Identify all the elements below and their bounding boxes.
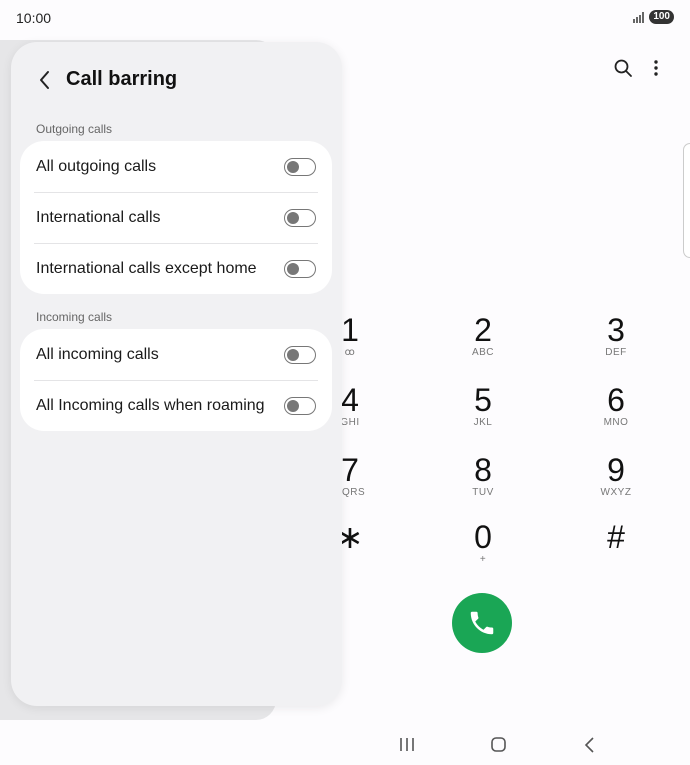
back-arrow-icon[interactable]: [36, 68, 54, 92]
toggle-switch[interactable]: [284, 396, 316, 415]
dial-key-letters: +: [479, 554, 487, 565]
dial-key[interactable]: 6 MNO: [576, 383, 656, 428]
setting-label: All incoming calls: [36, 345, 159, 363]
battery-icon: 100: [649, 10, 674, 24]
toggle-knob: [287, 348, 299, 361]
toggle-switch[interactable]: [284, 345, 316, 364]
dial-key[interactable]: 2 ABC: [443, 313, 523, 358]
phone-icon: [470, 611, 494, 635]
dial-key-digit: 5: [474, 382, 492, 418]
dial-key[interactable]: 0 +: [443, 520, 523, 565]
dial-key-letters: WXYZ: [600, 487, 632, 498]
setting-row[interactable]: All outgoing calls: [20, 141, 332, 192]
section-label-outgoing: Outgoing calls: [36, 122, 113, 136]
dial-key[interactable]: #: [576, 520, 656, 554]
setting-label: International calls: [36, 208, 161, 226]
page-title: Call barring: [66, 68, 178, 90]
dial-key-digit: 2: [474, 312, 492, 348]
dial-key-letters: MNO: [603, 417, 629, 428]
setting-label: International calls except home: [36, 259, 257, 277]
more-options-icon[interactable]: [646, 58, 666, 78]
status-time: 10:00: [16, 10, 52, 26]
toggle-switch[interactable]: [284, 259, 316, 278]
dial-key-digit: 8: [474, 452, 492, 488]
dial-key[interactable]: 3 DEF: [576, 313, 656, 358]
toggle-switch[interactable]: [284, 157, 316, 176]
setting-row[interactable]: International calls except home: [20, 243, 332, 294]
dial-key-digit: 6: [607, 382, 625, 418]
section-label-incoming: Incoming calls: [36, 310, 113, 324]
search-icon[interactable]: [613, 58, 633, 78]
edge-panel-handle[interactable]: [683, 143, 690, 258]
home-icon[interactable]: [489, 735, 509, 755]
dial-key-letters: JKL: [473, 417, 493, 428]
setting-row[interactable]: International calls: [20, 192, 332, 243]
setting-label: All Incoming calls when roaming: [36, 396, 265, 414]
call-barring-panel: Call barring Outgoing calls All outgoing…: [11, 42, 342, 706]
dial-key[interactable]: 8 TUV: [443, 453, 523, 498]
toggle-knob: [287, 211, 299, 224]
outgoing-calls-group: All outgoing calls International calls Int…: [20, 141, 332, 294]
toggle-knob: [287, 262, 299, 275]
panel-header: Call barring: [11, 42, 342, 118]
dial-key[interactable]: 5 JKL: [443, 383, 523, 428]
dial-key-digit: 3: [607, 312, 625, 348]
status-icons: 100: [633, 10, 674, 24]
setting-row[interactable]: All incoming calls: [20, 329, 332, 380]
dial-key-digit: #: [607, 519, 625, 555]
back-nav-icon[interactable]: [582, 735, 598, 755]
toggle-knob: [287, 399, 299, 412]
incoming-calls-group: All incoming calls All Incoming calls whe…: [20, 329, 332, 431]
toggle-knob: [287, 160, 299, 173]
setting-label: All outgoing calls: [36, 157, 157, 175]
recent-apps-icon[interactable]: [398, 735, 416, 755]
dial-key-letters: ABC: [471, 347, 495, 358]
dial-key-letters: DEF: [605, 347, 627, 358]
call-button[interactable]: [452, 593, 512, 653]
dial-key-letters: TUV: [472, 487, 494, 498]
signal-icon: [633, 11, 645, 23]
dial-key[interactable]: 9 WXYZ: [576, 453, 656, 498]
dial-key-digit: 0: [474, 519, 492, 555]
setting-row[interactable]: All Incoming calls when roaming: [20, 380, 332, 431]
toggle-switch[interactable]: [284, 208, 316, 227]
dial-key-digit: 9: [607, 452, 625, 488]
